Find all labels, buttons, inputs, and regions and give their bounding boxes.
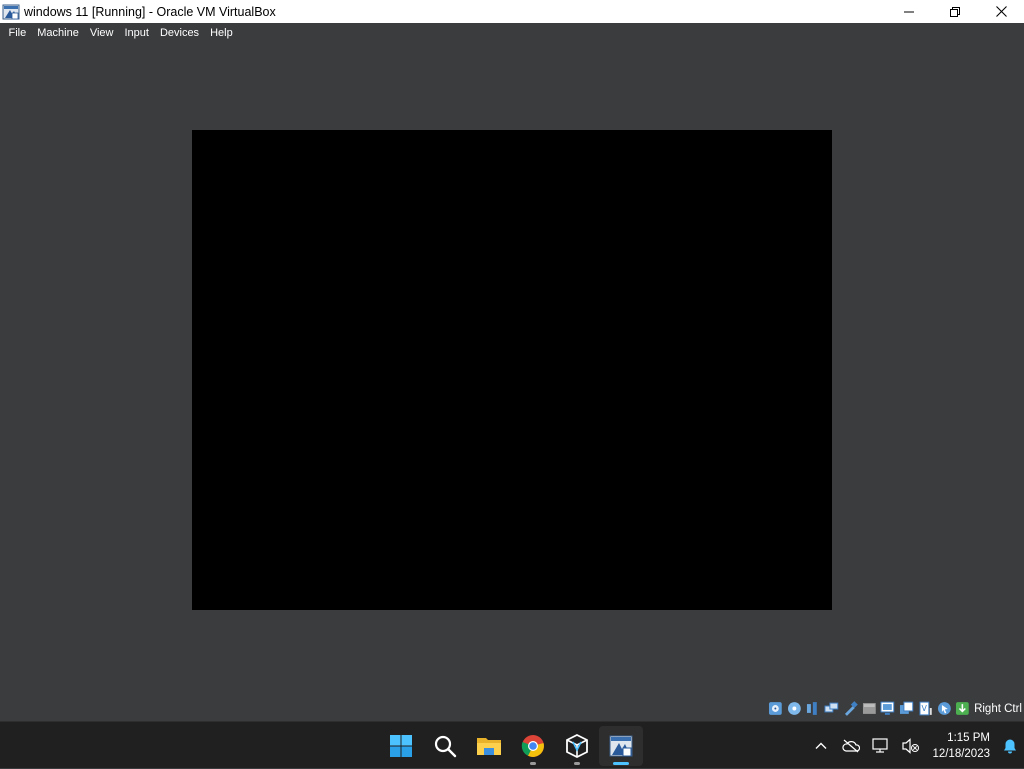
svg-text:V: V — [921, 704, 927, 713]
audio-icon[interactable] — [805, 701, 820, 716]
system-tray: 1:15 PM 12/18/2023 — [806, 722, 1024, 769]
start-icon — [390, 734, 412, 757]
hard-disk-icon[interactable] — [768, 701, 783, 716]
search-button[interactable] — [423, 726, 467, 766]
network-icon[interactable] — [824, 701, 839, 716]
file-explorer-icon — [477, 737, 501, 755]
display-icon[interactable] — [880, 701, 895, 716]
virtualbox-manager-button[interactable] — [555, 726, 599, 766]
clock[interactable]: 1:15 PM 12/18/2023 — [926, 730, 996, 762]
onedrive-button[interactable] — [836, 722, 866, 769]
menu-view[interactable]: View — [84, 23, 119, 43]
volume-button[interactable] — [896, 722, 926, 769]
menu-devices[interactable]: Devices — [154, 23, 204, 43]
network-status-button[interactable] — [866, 722, 896, 769]
clock-date: 12/18/2023 — [932, 747, 990, 760]
notification-button[interactable] — [996, 722, 1024, 769]
vm-display-area — [0, 43, 1024, 697]
shared-folders-icon[interactable] — [862, 701, 877, 716]
virtualbox-vm-icon — [609, 735, 633, 756]
cpu-icon[interactable]: V — [918, 701, 933, 716]
virtualbox-vm-button[interactable] — [599, 725, 643, 766]
mouse-integration-icon[interactable] — [937, 701, 952, 716]
taskbar: 1:15 PM 12/18/2023 — [0, 721, 1024, 768]
running-indicator — [574, 761, 580, 765]
bell-icon — [1004, 739, 1016, 753]
close-button[interactable] — [978, 0, 1024, 23]
maximize-icon — [950, 6, 960, 17]
host-key-icon[interactable] — [955, 701, 970, 716]
usb-icon[interactable] — [843, 701, 858, 716]
chrome-button[interactable] — [511, 726, 555, 766]
start-button[interactable] — [379, 726, 423, 766]
recording-icon[interactable] — [899, 701, 914, 716]
menu-file[interactable]: File — [3, 23, 32, 43]
running-indicator — [530, 761, 536, 765]
virtualbox-icon — [2, 4, 20, 19]
title-bar[interactable]: windows 11 [Running] - Oracle VM Virtual… — [0, 0, 1024, 23]
onedrive-icon — [842, 739, 861, 752]
menu-input[interactable]: Input — [119, 23, 154, 43]
search-icon — [434, 735, 457, 757]
minimize-button[interactable] — [886, 0, 932, 23]
optical-drive-icon[interactable] — [787, 701, 802, 716]
active-indicator — [613, 761, 629, 765]
file-explorer-button[interactable] — [467, 726, 511, 766]
taskbar-apps — [379, 722, 643, 769]
clock-time: 1:15 PM — [947, 731, 990, 744]
vm-screen[interactable] — [192, 130, 832, 610]
minimize-icon — [904, 11, 914, 12]
show-hidden-icons-button[interactable] — [806, 722, 836, 769]
network-icon — [872, 737, 889, 753]
menu-bar: File Machine View Input Devices Help — [0, 23, 1024, 43]
vm-status-bar: V Right Ctrl — [764, 697, 1024, 720]
chrome-icon — [521, 734, 544, 757]
maximize-button[interactable] — [932, 0, 978, 23]
window-controls — [886, 0, 1024, 23]
chevron-up-icon — [815, 742, 827, 749]
close-icon — [995, 6, 1007, 17]
virtualbox-manager-icon — [566, 733, 588, 758]
volume-muted-icon — [902, 737, 920, 754]
host-key-label: Right Ctrl — [974, 702, 1022, 715]
window-title: windows 11 [Running] - Oracle VM Virtual… — [24, 4, 276, 19]
menu-help[interactable]: Help — [205, 23, 239, 43]
menu-machine[interactable]: Machine — [32, 23, 85, 43]
